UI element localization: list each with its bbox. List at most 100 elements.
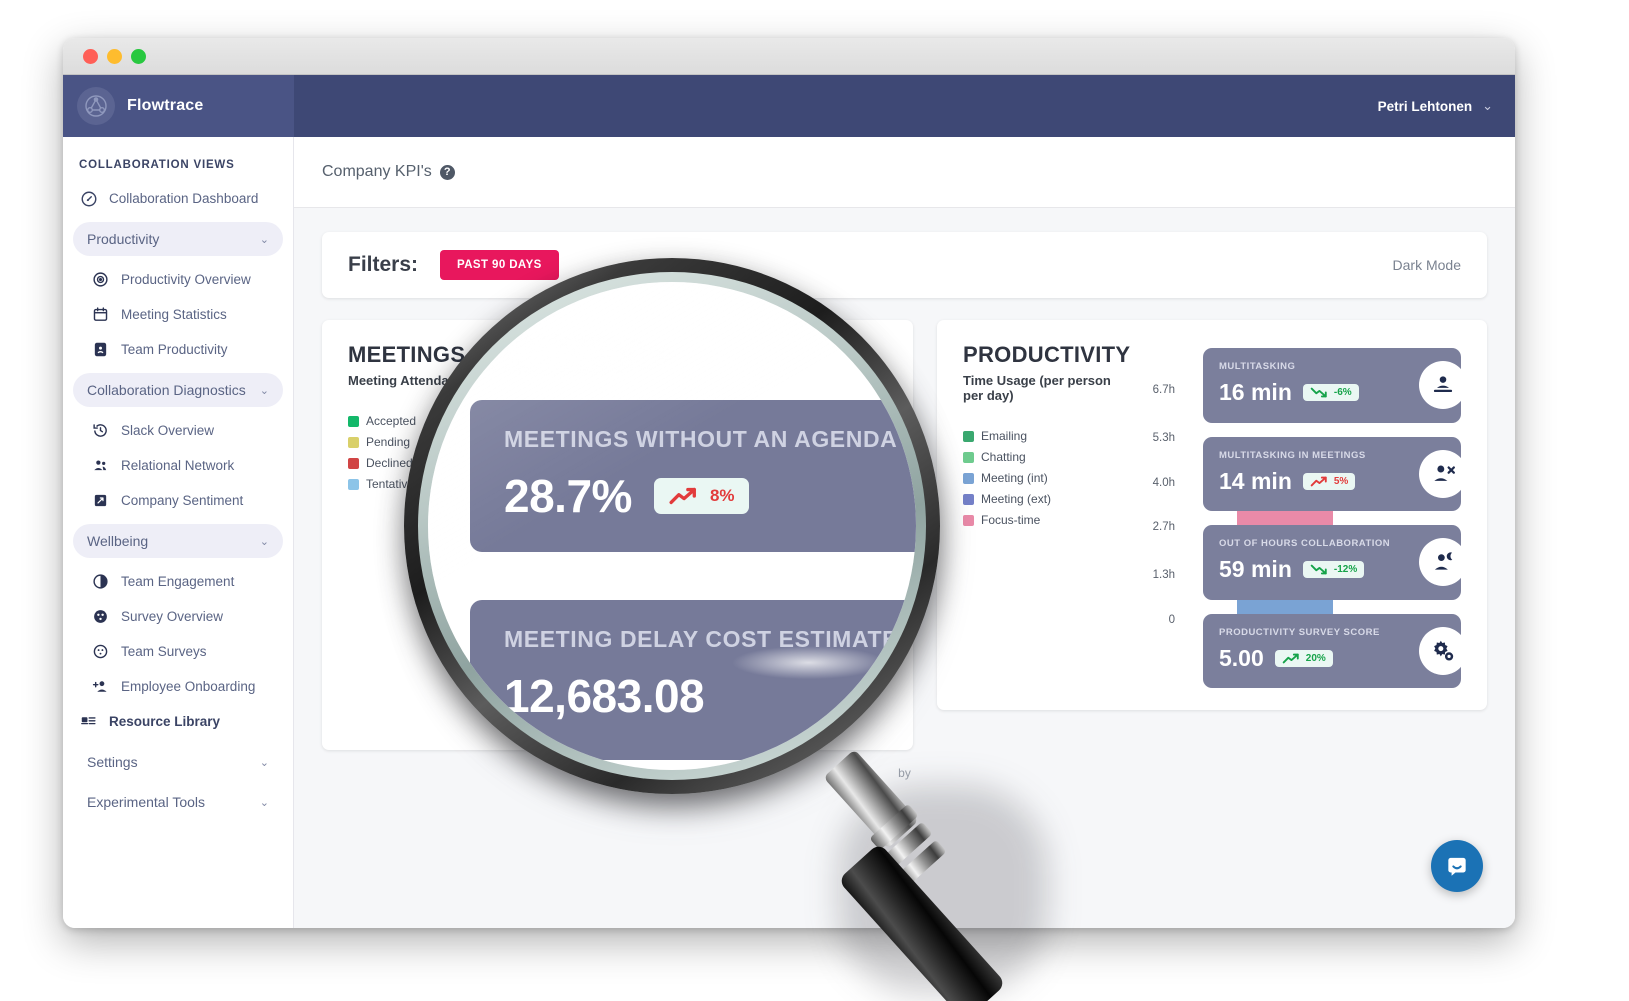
kpi-tile-out-of-hours-collaboration[interactable]: OUT OF HOURS COLLABORATION 59 min -12%	[1203, 525, 1467, 600]
chevron-down-icon[interactable]: ⌄	[1482, 98, 1493, 114]
sidebar-item-label: Team Surveys	[121, 644, 207, 659]
sidebar-group-label: Experimental Tools	[87, 794, 206, 810]
sidebar-item-label: Productivity Overview	[121, 272, 251, 287]
sidebar-item-label: Team Productivity	[121, 342, 228, 357]
sidebar-group-collaboration-diagnostics[interactable]: Collaboration Diagnostics ⌄	[73, 373, 283, 407]
kpi-tile-value: 5.00	[1219, 644, 1264, 671]
browser-window: Flowtrace COLLABORATION VIEWS Collaborat…	[63, 38, 1515, 928]
dark-mode-toggle[interactable]: Dark Mode	[1393, 257, 1461, 273]
sidebar-item-resource-library[interactable]: Resource Library	[63, 704, 293, 739]
person-add-icon	[91, 677, 110, 696]
sidebar-item-relational-network[interactable]: Relational Network	[63, 448, 293, 483]
sidebar-item-company-sentiment[interactable]: Company Sentiment	[63, 483, 293, 518]
legend-label: Accepted	[366, 414, 417, 428]
kpi-tile-value: 16 min	[1219, 379, 1292, 405]
legend-swatch-emailing	[963, 430, 974, 442]
minimize-window-button[interactable]	[107, 48, 122, 64]
kpi-trend-value: 20%	[1305, 652, 1326, 664]
maximize-window-button[interactable]	[131, 48, 146, 64]
people-icon	[91, 456, 110, 475]
legend-swatch-pending	[348, 436, 359, 448]
sidebar-item-label: Team Engagement	[121, 574, 235, 589]
sidebar-item-label: Collaboration Dashboard	[109, 191, 259, 206]
kpi-trend-badge: -6%	[1302, 384, 1359, 401]
legend-item: Chatting	[963, 450, 1133, 464]
legend-label: Focus-time	[981, 513, 1041, 527]
flowtrace-network-logo-icon	[77, 87, 115, 125]
sidebar-item-meeting-statistics[interactable]: Meeting Statistics	[63, 297, 293, 332]
close-window-button[interactable]	[83, 48, 98, 64]
kpi-tile-multitasking[interactable]: MULTITASKING 16 min -6%	[1203, 348, 1467, 423]
legend-swatch-chatting	[963, 451, 974, 463]
sidebar-group-wellbeing[interactable]: Wellbeing ⌄	[73, 524, 283, 558]
top-bar: Petri Lehtonen ⌄	[294, 75, 1515, 137]
chart-tick-label: 2.7h	[1152, 521, 1175, 534]
productivity-panel: PRODUCTIVITY Time Usage (per person per …	[937, 320, 1487, 710]
id-badge-icon	[91, 340, 110, 359]
sidebar-item-slack-overview[interactable]: Slack Overview	[63, 413, 293, 448]
legend-label: Declined	[366, 456, 413, 470]
kpi-tile-productivity-survey-score[interactable]: PRODUCTIVITY SURVEY SCORE 5.00 20%	[1203, 613, 1467, 688]
legend-swatch-declined	[348, 457, 359, 469]
screenshot-stage: Flowtrace COLLABORATION VIEWS Collaborat…	[0, 0, 1629, 1001]
intercom-chat-button[interactable]	[1431, 840, 1483, 892]
meetings-panel: MEETINGS Meeting Attendance Accepted Pen…	[322, 320, 913, 750]
sidebar-nav: COLLABORATION VIEWS Collaboration Dashbo…	[63, 137, 294, 928]
productivity-panel-subtitle: Time Usage (per person per day)	[963, 373, 1111, 403]
chart-tick-label: 4.0h	[1152, 476, 1175, 489]
sidebar-item-label: Company Sentiment	[121, 493, 244, 508]
kpi-tile-multitasking-in-meetings[interactable]: MULTITASKING IN MEETINGS 14 min 5%	[1203, 436, 1467, 511]
clock-history-icon	[91, 421, 110, 440]
legend-swatch-accepted	[348, 415, 359, 427]
sidebar-group-productivity[interactable]: Productivity ⌄	[73, 222, 283, 256]
chevron-down-icon: ⌄	[259, 756, 269, 769]
kpi-tile-row: 14 min 5%	[1219, 468, 1445, 495]
legend-item: Tentative	[348, 477, 887, 491]
kpi-tile-label: MULTITASKING	[1219, 361, 1296, 372]
brand-bar: Flowtrace	[63, 75, 294, 137]
filters-label: Filters:	[348, 253, 419, 276]
legend-item: Focus-time	[963, 513, 1133, 527]
page-title: Company KPI's	[322, 163, 432, 180]
sidebar-group-settings[interactable]: Settings ⌄	[73, 745, 283, 779]
legend-label: Emailing	[981, 429, 1028, 443]
legend-item: Declined	[348, 456, 887, 470]
chart-axis: 6.7h 5.3h 4.0h 2.7h 1.3h 0	[1141, 384, 1185, 626]
kpi-trend-badge: 20%	[1274, 649, 1333, 667]
legend-label: Tentative	[366, 477, 415, 491]
chevron-down-icon: ⌄	[259, 384, 269, 397]
sidebar-item-survey-overview[interactable]: Survey Overview	[63, 599, 293, 634]
date-range-filter-button[interactable]: PAST 90 DAYS	[440, 250, 559, 280]
sidebar-item-label: Relational Network	[121, 458, 235, 473]
sidebar-item-team-surveys[interactable]: Team Surveys	[63, 634, 293, 669]
half-circle-icon	[91, 572, 110, 591]
kpi-tile-value: 59 min	[1219, 556, 1292, 582]
sidebar-item-productivity-overview[interactable]: Productivity Overview	[63, 262, 293, 297]
gears-icon	[1419, 626, 1467, 675]
user-name[interactable]: Petri Lehtonen	[1378, 99, 1473, 114]
dashboard-gauge-icon	[79, 189, 98, 208]
help-question-icon[interactable]: ?	[439, 164, 455, 180]
sidebar-item-employee-onboarding[interactable]: Employee Onboarding	[63, 669, 293, 704]
meetings-panel-title: MEETINGS	[348, 342, 466, 367]
kpi-tile-row: 59 min -12%	[1219, 556, 1445, 583]
chart-tick-label: 5.3h	[1152, 432, 1175, 445]
sidebar-item-label: Meeting Statistics	[121, 307, 227, 322]
chevron-down-icon: ⌄	[259, 233, 269, 246]
sidebar-heading: COLLABORATION VIEWS	[79, 159, 235, 171]
sidebar-group-experimental-tools[interactable]: Experimental Tools ⌄	[73, 785, 283, 819]
sidebar-item-team-productivity[interactable]: Team Productivity	[63, 332, 293, 367]
calendar-icon	[91, 305, 110, 324]
face-dots-icon	[91, 642, 110, 661]
chevron-down-icon: ⌄	[259, 535, 269, 548]
app-body: Flowtrace COLLABORATION VIEWS Collaborat…	[63, 75, 1515, 928]
legend-swatch-meeting-int	[963, 472, 974, 484]
legend-item: Emailing	[963, 429, 1133, 443]
legend-label: Meeting (int)	[981, 471, 1048, 485]
sidebar-item-team-engagement[interactable]: Team Engagement	[63, 564, 293, 599]
kpi-tile-label: PRODUCTIVITY SURVEY SCORE	[1219, 626, 1380, 638]
sidebar-item-collaboration-dashboard[interactable]: Collaboration Dashboard	[63, 181, 293, 216]
kpi-tile-label: OUT OF HOURS COLLABORATION	[1219, 538, 1391, 549]
sentiment-chart-icon	[91, 491, 110, 510]
meetings-panel-subtitle: Meeting Attendance	[348, 373, 472, 388]
